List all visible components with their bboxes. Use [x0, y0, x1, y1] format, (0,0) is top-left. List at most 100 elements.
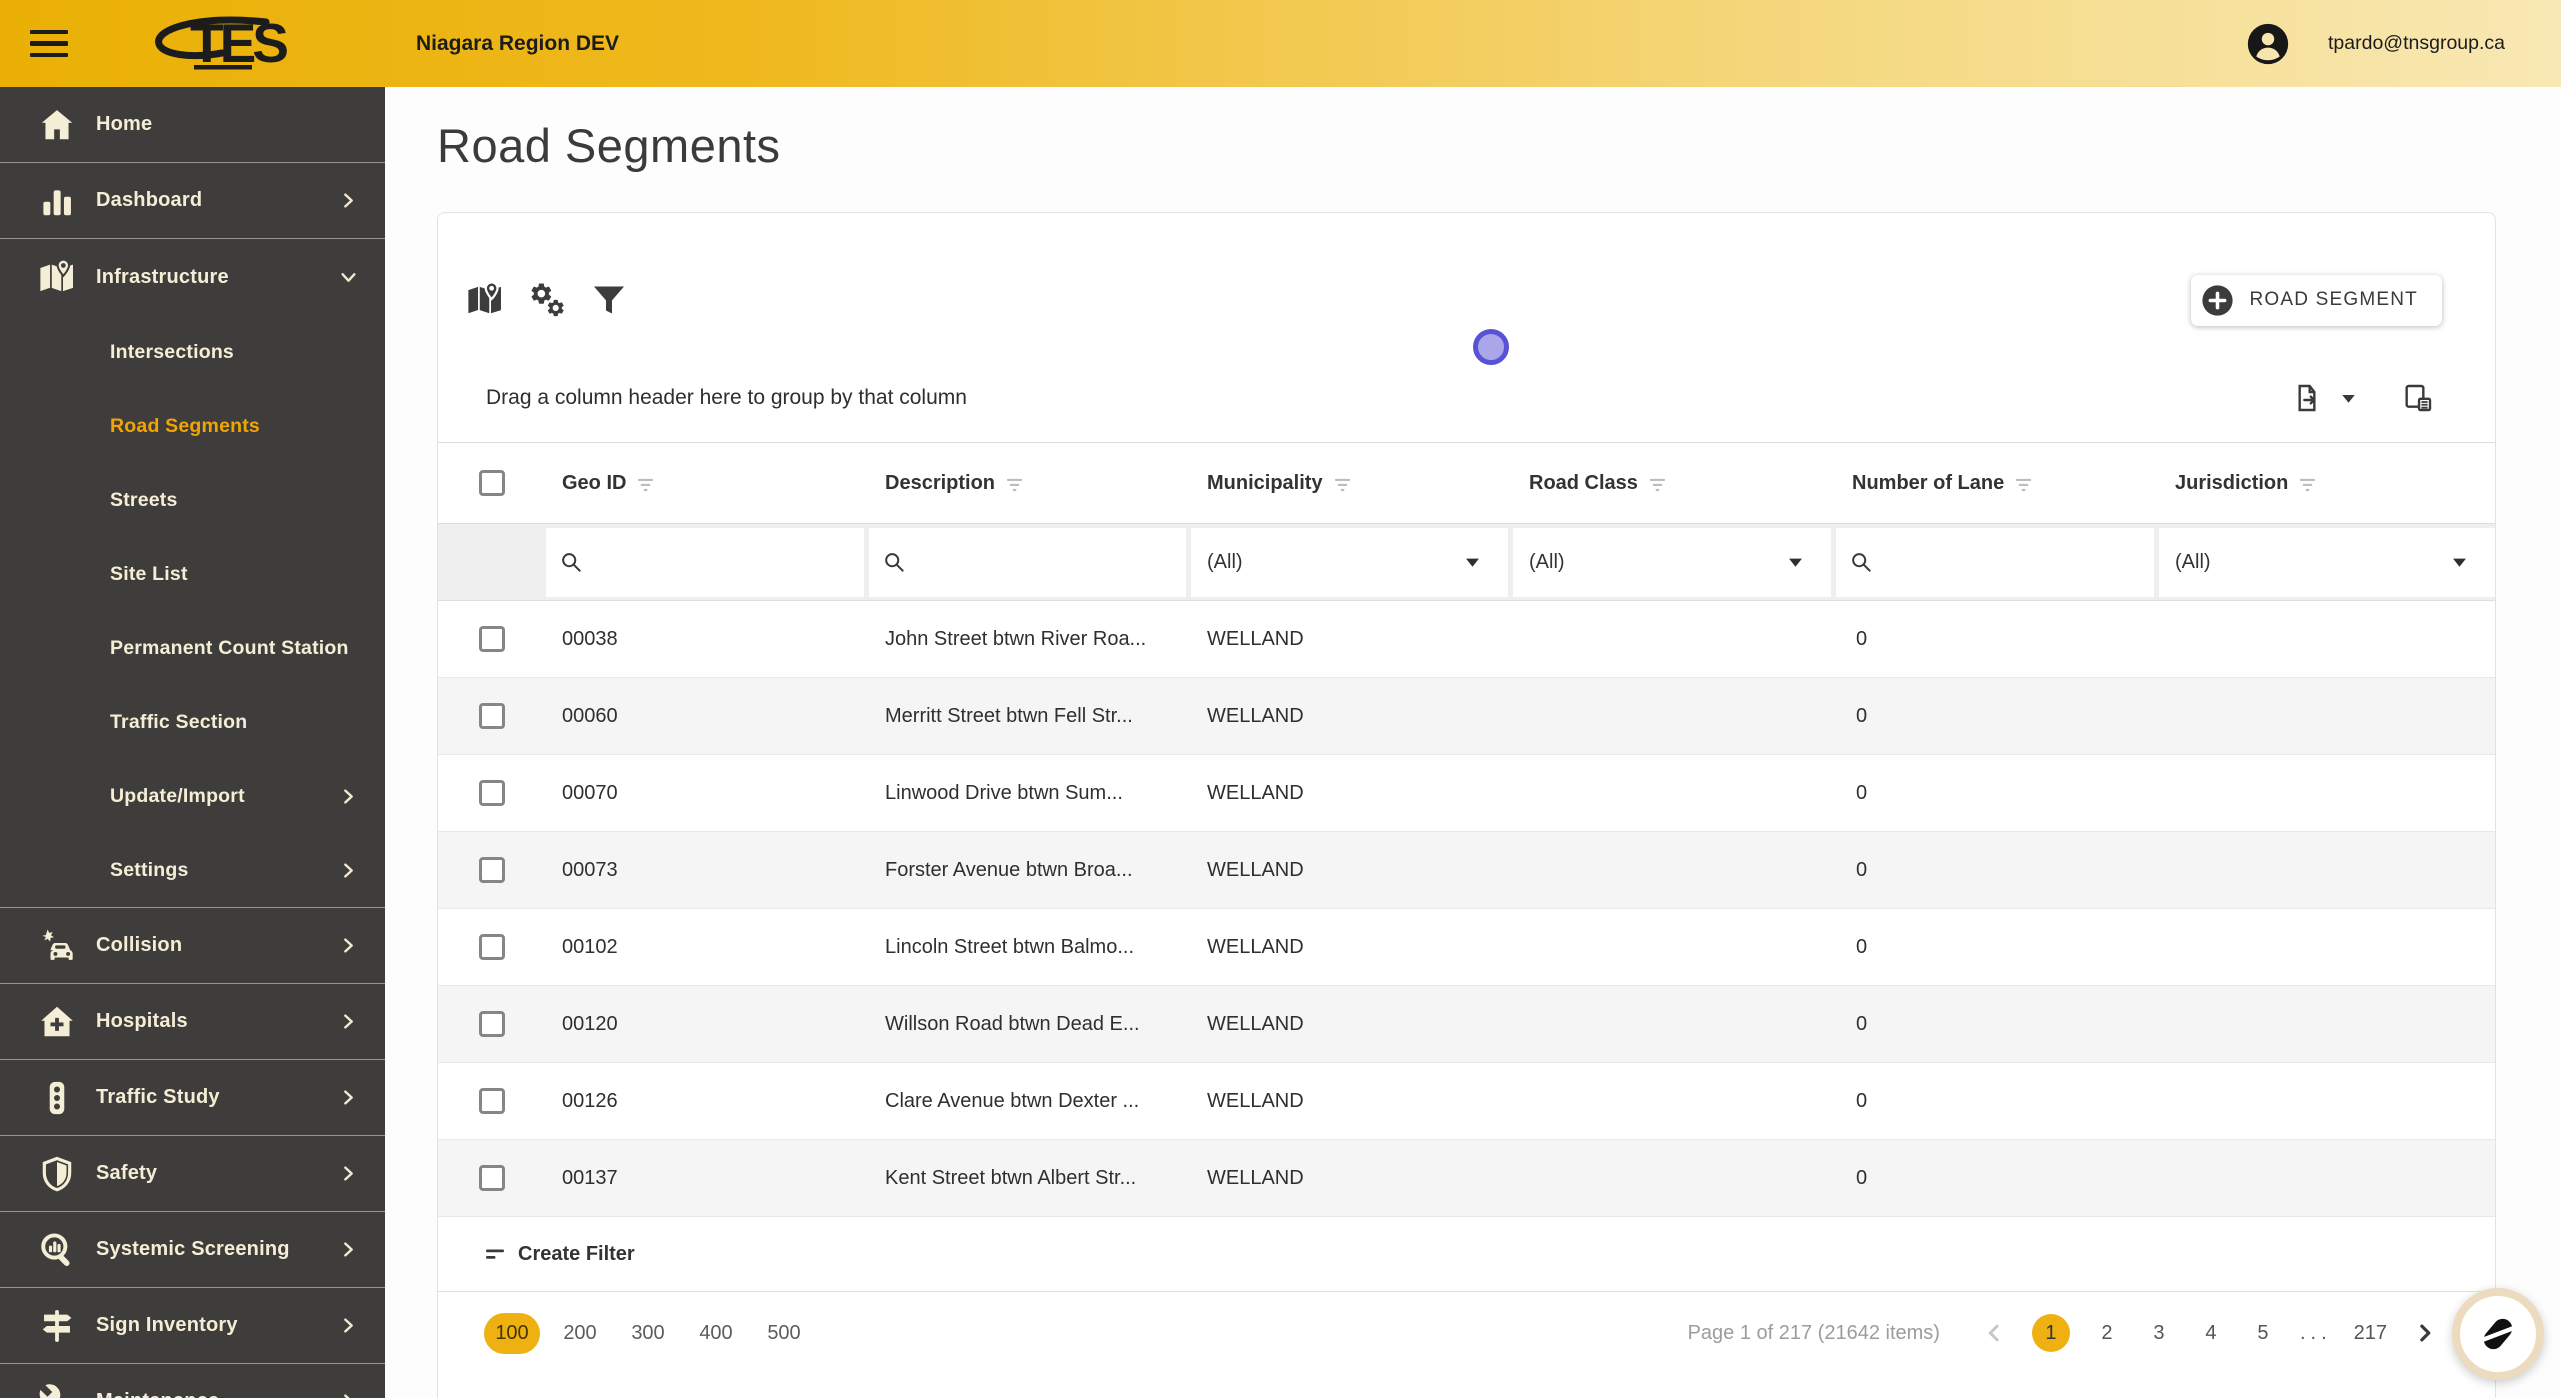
sidebar-item-maintenance[interactable]: Maintenance	[0, 1364, 385, 1398]
filter-funnel-icon[interactable]	[578, 269, 640, 331]
sidebar-item-sign-inventory[interactable]: Sign Inventory	[0, 1288, 385, 1364]
row-checkbox[interactable]	[479, 780, 505, 806]
add-road-segment-button[interactable]: ROAD SEGMENT	[2191, 274, 2442, 326]
chevron-right-icon	[340, 1317, 357, 1334]
row-checkbox[interactable]	[479, 934, 505, 960]
dropdown-arrow-icon[interactable]	[1465, 557, 1480, 568]
help-widget-button[interactable]	[2452, 1288, 2544, 1380]
chevron-down-icon	[340, 269, 357, 286]
table-row[interactable]: 00137 Kent Street btwn Albert Str... WELLA…	[438, 1140, 2495, 1217]
chevron-right-icon	[340, 1165, 357, 1182]
page-size-500[interactable]: 500	[756, 1313, 812, 1354]
filter-input-description[interactable]	[916, 550, 1172, 574]
table-row[interactable]: 00102 Lincoln Street btwn Balmo... WELLAND…	[438, 909, 2495, 986]
row-checkbox[interactable]	[479, 1088, 505, 1114]
column-header-description[interactable]: Description	[869, 472, 1191, 495]
page-number-4[interactable]: 4	[2196, 1322, 2226, 1345]
row-checkbox[interactable]	[479, 857, 505, 883]
sidebar-item-safety[interactable]: Safety	[0, 1136, 385, 1212]
page-number-1[interactable]: 1	[2031, 1314, 2070, 1352]
gears-icon[interactable]	[516, 269, 578, 331]
page-size-300[interactable]: 300	[620, 1313, 676, 1354]
sidebar-item-hospitals[interactable]: Hospitals	[0, 984, 385, 1060]
create-filter-button[interactable]: Create Filter	[438, 1217, 2495, 1292]
page-number-217[interactable]: 217	[2354, 1322, 2387, 1345]
cell-geo-id: 00120	[562, 1012, 618, 1035]
header-filter-icon[interactable]	[2298, 477, 2317, 493]
sidebar-item-site-list[interactable]: Site List	[0, 537, 385, 611]
sidebar-item-home[interactable]: Home	[0, 87, 385, 163]
table-row[interactable]: 00120 Willson Road btwn Dead E... WELLAND 0	[438, 986, 2495, 1063]
sidebar-item-dashboard[interactable]: Dashboard	[0, 163, 385, 239]
traffic-light-icon	[36, 1079, 78, 1117]
road-segments-grid: Geo ID Description Municipality Road Class N…	[438, 442, 2495, 1217]
page-size-200[interactable]: 200	[552, 1313, 608, 1354]
table-row[interactable]: 00070 Linwood Drive btwn Sum... WELLAND 0	[438, 755, 2495, 832]
plus-circle-icon	[2201, 284, 2234, 317]
header-filter-icon[interactable]	[1648, 477, 1667, 493]
sidebar-item-streets[interactable]: Streets	[0, 463, 385, 537]
sidebar-item-traffic-study[interactable]: Traffic Study	[0, 1060, 385, 1136]
select-all-checkbox[interactable]	[479, 470, 505, 496]
dropdown-arrow-icon[interactable]	[1788, 557, 1803, 568]
sidebar-item-collision[interactable]: Collision	[0, 908, 385, 984]
column-header-geo-id[interactable]: Geo ID	[546, 472, 869, 495]
page-ellipsis: ...	[2299, 1321, 2332, 1344]
sidebar-item-road-segments[interactable]: Road Segments	[0, 389, 385, 463]
filter-select-jurisdiction[interactable]: (All)	[2159, 527, 2495, 597]
filter-input-number-of-lane[interactable]	[1883, 550, 2140, 574]
column-header-road-class[interactable]: Road Class	[1513, 472, 1836, 495]
dropdown-arrow-icon[interactable]	[2452, 557, 2467, 568]
filter-select-municipality[interactable]: (All)	[1191, 527, 1508, 597]
row-checkbox[interactable]	[479, 1165, 505, 1191]
sidebar-item-settings[interactable]: Settings	[0, 833, 385, 907]
row-checkbox[interactable]	[479, 1011, 505, 1037]
tes-logo: TES	[146, 13, 324, 75]
logo-text: TES	[190, 13, 287, 74]
page-number-5[interactable]: 5	[2248, 1322, 2278, 1345]
caret-down-icon[interactable]	[2337, 389, 2360, 408]
chevron-right-icon[interactable]	[2411, 1319, 2439, 1347]
export-icon[interactable]	[2287, 378, 2327, 418]
page-size-100[interactable]: 100	[484, 1312, 540, 1354]
row-checkbox[interactable]	[479, 703, 505, 729]
table-row[interactable]: 00060 Merritt Street btwn Fell Str... WELL…	[438, 678, 2495, 755]
header-filter-icon[interactable]	[1005, 477, 1024, 493]
sidebar-item-systemic-screening[interactable]: Systemic Screening	[0, 1212, 385, 1288]
row-checkbox[interactable]	[479, 626, 505, 652]
header-filter-icon[interactable]	[1333, 477, 1352, 493]
sidebar-item-traffic-section[interactable]: Traffic Section	[0, 685, 385, 759]
hamburger-menu-icon[interactable]	[30, 26, 74, 62]
chevron-left-icon[interactable]	[1980, 1319, 2008, 1347]
column-header-number-of-lane[interactable]: Number of Lane	[1836, 472, 2159, 495]
page-number-3[interactable]: 3	[2144, 1322, 2174, 1345]
chevron-right-icon	[340, 862, 357, 879]
group-panel-hint: Drag a column header here to group by th…	[486, 386, 967, 409]
map-pin-icon	[36, 258, 78, 296]
column-header-jurisdiction[interactable]: Jurisdiction	[2159, 472, 2495, 495]
search-icon	[1850, 551, 1873, 574]
chevron-right-icon	[340, 937, 357, 954]
filter-row: (All) (All) (All)	[438, 524, 2495, 601]
header-filter-icon[interactable]	[636, 477, 655, 493]
map-icon[interactable]	[454, 269, 516, 331]
sidebar-item-infrastructure[interactable]: Infrastructure	[0, 239, 385, 315]
column-header-municipality[interactable]: Municipality	[1191, 472, 1513, 495]
cell-geo-id: 00038	[562, 627, 618, 650]
user-avatar-icon[interactable]	[2246, 22, 2290, 66]
filter-input-geo-id[interactable]	[593, 550, 850, 574]
cell-municipality: WELLAND	[1207, 781, 1304, 804]
column-chooser-icon[interactable]	[2398, 378, 2438, 418]
filter-select-road-class[interactable]: (All)	[1513, 527, 1831, 597]
table-row[interactable]: 00073 Forster Avenue btwn Broa... WELLAND 0	[438, 832, 2495, 909]
page-size-400[interactable]: 400	[688, 1313, 744, 1354]
page-number-2[interactable]: 2	[2092, 1322, 2122, 1345]
sidebar-item-permanent-count-station[interactable]: Permanent Count Station	[0, 611, 385, 685]
sidebar-item-intersections[interactable]: Intersections	[0, 315, 385, 389]
signpost-icon	[36, 1307, 78, 1345]
user-email: tpardo@tnsgroup.ca	[2328, 32, 2505, 54]
header-filter-icon[interactable]	[2014, 477, 2033, 493]
sidebar-item-update-import[interactable]: Update/Import	[0, 759, 385, 833]
table-row[interactable]: 00038 John Street btwn River Roa... WELLAN…	[438, 601, 2495, 678]
table-row[interactable]: 00126 Clare Avenue btwn Dexter ... WELLAND…	[438, 1063, 2495, 1140]
